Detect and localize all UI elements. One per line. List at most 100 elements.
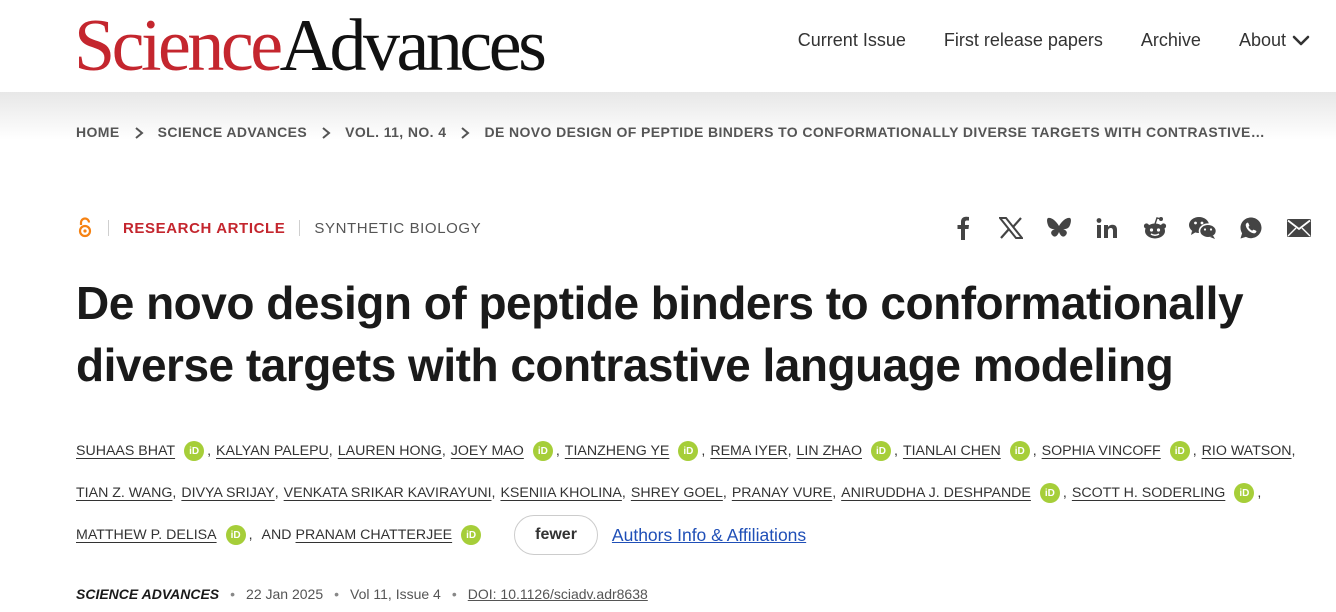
orcid-icon[interactable]: iD [461, 525, 482, 545]
author-separator: , [328, 443, 333, 459]
author-name[interactable]: TIANLAI CHEN [903, 443, 1001, 459]
publication-date: 22 Jan 2025 [246, 586, 324, 602]
email-icon[interactable] [1284, 213, 1314, 243]
author-name[interactable]: PRANAY VURE [732, 485, 832, 501]
citation-line: SCIENCE ADVANCES • 22 Jan 2025 • Vol 11,… [76, 586, 648, 602]
orcid-icon[interactable]: iD [1234, 483, 1255, 503]
orcid-icon[interactable]: iD [1169, 441, 1190, 461]
author-separator: , [441, 443, 446, 459]
author-name[interactable]: SOPHIA VINCOFF [1042, 443, 1161, 459]
chevron-right-icon [321, 126, 331, 139]
author-separator: , [893, 443, 898, 459]
breadcrumb: HOME SCIENCE ADVANCES VOL. 11, NO. 4 DE … [76, 124, 1306, 140]
author-separator: , [787, 443, 792, 459]
wechat-icon[interactable] [1188, 213, 1218, 243]
nav-about-label: About [1238, 30, 1286, 50]
author-separator: , [274, 485, 279, 501]
author-name[interactable]: LAUREN HONG [338, 443, 442, 459]
orcid-icon[interactable]: iD [870, 441, 891, 461]
author-name[interactable]: SHREY GOEL [631, 485, 723, 501]
author-name[interactable]: TIANZHENG YE [565, 443, 670, 459]
author-separator: , [248, 527, 253, 543]
breadcrumb-current: DE NOVO DESIGN OF PEPTIDE BINDERS TO CON… [484, 124, 1266, 140]
chevron-right-icon [460, 126, 471, 139]
orcid-icon[interactable]: iD [532, 441, 553, 461]
chevron-down-icon [1292, 35, 1310, 47]
linkedin-icon[interactable] [1092, 213, 1122, 243]
nav-current-issue-label: Current Issue [797, 30, 906, 50]
author-name[interactable]: KALYAN PALEPU [216, 443, 329, 459]
author-separator: , [722, 485, 727, 501]
author-name[interactable]: LIN ZHAO [797, 443, 862, 459]
author-name[interactable]: RIO WATSON [1202, 443, 1292, 459]
volume-issue: Vol 11, Issue 4 [350, 586, 441, 602]
article-subject[interactable]: SYNTHETIC BIOLOGY [314, 220, 481, 237]
author-line: TIAN Z. WANG, DIVYA SRIJAY, VENKATA SRIK… [76, 472, 1326, 514]
nav-about[interactable]: About [1239, 30, 1310, 51]
author-name[interactable]: VENKATA SRIKAR KAVIRAYUNI [284, 485, 492, 501]
orcid-icon[interactable]: iD [225, 525, 246, 545]
fewer-authors-button[interactable]: fewer [514, 515, 598, 555]
author-name[interactable]: REMA IYER [710, 443, 787, 459]
author-name[interactable]: JOEY MAO [451, 443, 524, 459]
author-separator: , [1032, 443, 1037, 459]
author-name[interactable]: KSENIIA KHOLINA [500, 485, 621, 501]
breadcrumb-journal[interactable]: SCIENCE ADVANCES [158, 124, 308, 140]
author-separator: , [1062, 485, 1067, 501]
author-name[interactable]: SUHAAS BHAT [76, 443, 175, 459]
nav-archive-label: Archive [1140, 30, 1201, 50]
orcid-icon[interactable]: iD [1009, 441, 1030, 461]
site-logo[interactable]: ScienceAdvances [74, 5, 547, 87]
author-separator: , [1257, 485, 1262, 501]
nav-current-issue[interactable]: Current Issue [798, 30, 906, 51]
open-access-icon [76, 217, 94, 239]
author-separator: , [621, 485, 626, 501]
author-separator: , [207, 443, 212, 459]
author-name[interactable]: SCOTT H. SODERLING [1072, 485, 1225, 501]
main-nav: Current Issue First release papers Archi… [798, 30, 1310, 51]
nav-first-release[interactable]: First release papers [944, 30, 1103, 51]
authors-affiliations-link[interactable]: Authors Info & Affiliations [612, 525, 806, 546]
logo-science: Science [74, 5, 283, 87]
author-separator: , [1291, 443, 1296, 459]
orcid-icon[interactable]: iD [678, 441, 699, 461]
author-separator: , [555, 443, 560, 459]
article-title: De novo design of peptide binders to con… [76, 277, 1244, 391]
author-separator: , [832, 485, 837, 501]
bluesky-icon[interactable] [1044, 213, 1074, 243]
author-line: SUHAAS BHAT iD, KALYAN PALEPU, LAUREN HON… [76, 430, 1326, 472]
author-name[interactable]: PRANAM CHATTERJEE [296, 527, 453, 543]
citation-separator: • [230, 586, 236, 602]
breadcrumb-home[interactable]: HOME [76, 124, 120, 140]
author-name[interactable]: TIAN Z. WANG [76, 485, 172, 501]
logo-advances: Advances [279, 5, 547, 87]
article-type[interactable]: RESEARCH ARTICLE [123, 220, 285, 237]
and-conjunction: AND [261, 527, 292, 543]
reddit-icon[interactable] [1140, 213, 1170, 243]
orcid-icon[interactable]: iD [1039, 483, 1060, 503]
nav-first-release-label: First release papers [943, 30, 1103, 50]
author-separator: , [172, 485, 177, 501]
author-name[interactable]: DIVYA SRIJAY [181, 485, 274, 501]
author-name[interactable]: ANIRUDDHA J. DESHPANDE [841, 485, 1031, 501]
meta-divider [299, 220, 301, 236]
whatsapp-icon[interactable] [1236, 213, 1266, 243]
author-separator: , [491, 485, 496, 501]
author-separator: , [701, 443, 706, 459]
article-meta: RESEARCH ARTICLE SYNTHETIC BIOLOGY [76, 216, 481, 240]
x-icon[interactable] [996, 213, 1026, 243]
citation-separator: • [451, 586, 457, 602]
meta-divider [108, 220, 109, 236]
author-line: MATTHEW P. DELISA iD, AND PRANAM CHATTERJ… [76, 514, 1326, 556]
author-name[interactable]: MATTHEW P. DELISA [76, 527, 217, 543]
author-separator: , [1192, 443, 1197, 459]
orcid-icon[interactable]: iD [184, 441, 205, 461]
chevron-right-icon [134, 126, 144, 139]
journal-name: SCIENCE ADVANCES [76, 586, 220, 602]
doi-link[interactable]: DOI: 10.1126/sciadv.adr8638 [468, 586, 648, 602]
facebook-icon[interactable] [948, 213, 978, 243]
author-list: SUHAAS BHAT iD, KALYAN PALEPU, LAUREN HON… [76, 430, 1326, 556]
nav-archive[interactable]: Archive [1141, 30, 1201, 51]
share-bar [948, 213, 1314, 243]
breadcrumb-issue[interactable]: VOL. 11, NO. 4 [345, 124, 446, 140]
